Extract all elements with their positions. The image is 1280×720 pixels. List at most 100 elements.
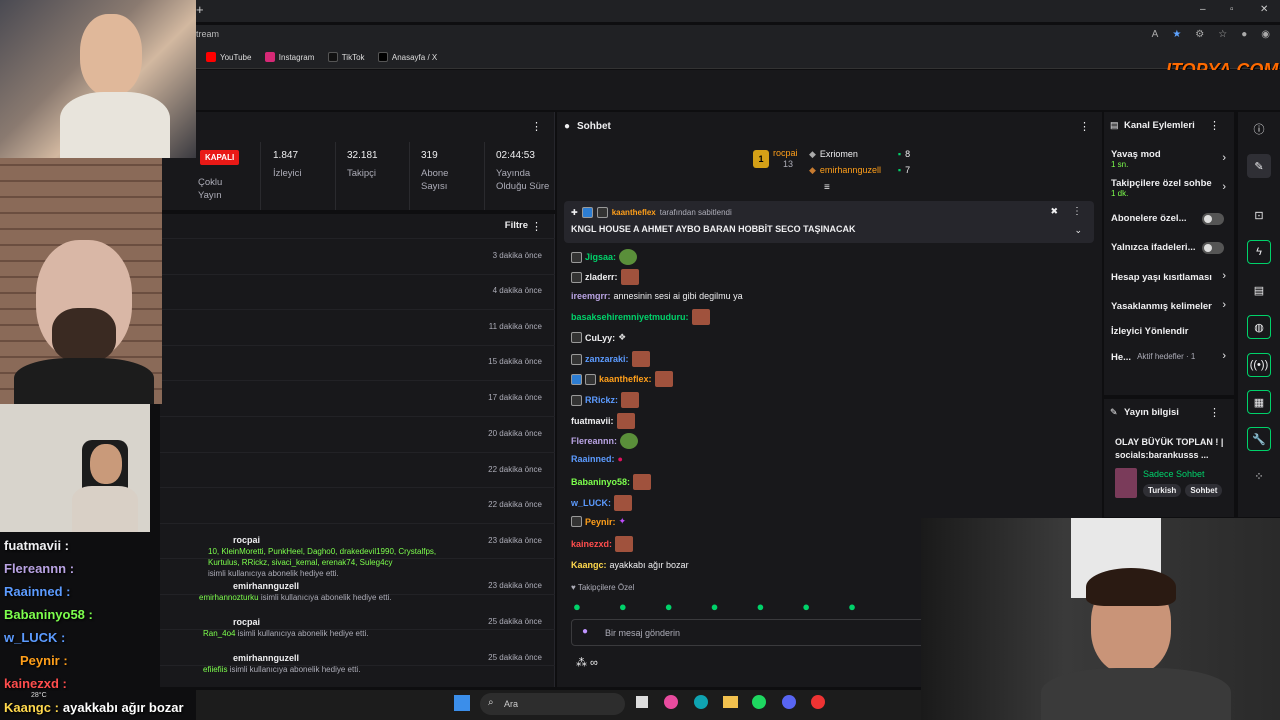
app-icon[interactable] (811, 695, 825, 709)
minimize-button[interactable]: – (1200, 4, 1206, 15)
chat-username[interactable]: fuatmavii: (571, 416, 614, 426)
chat-message[interactable]: kaantheflex: (571, 371, 673, 387)
action-slow-mode[interactable]: Yavaş mod 1 sn. (1111, 149, 1161, 169)
emote-icon[interactable]: ● (848, 599, 856, 614)
chat-username[interactable]: zanzaraki: (585, 354, 629, 364)
chat-message[interactable]: fuatmavii: (571, 413, 635, 429)
action-account-age[interactable]: Hesap yaşı kısıtlaması (1111, 272, 1212, 283)
chat-username[interactable]: Flereannn: (571, 436, 617, 446)
chat-icon[interactable]: ◍ (1247, 315, 1271, 339)
chat-message[interactable]: ireemgrr: annesinin sesi ai gibi degilmu … (571, 291, 743, 301)
chat-username[interactable]: basaksehiremniyetmuduru: (571, 312, 689, 322)
close-window-button[interactable]: ✕ (1260, 4, 1268, 15)
chat-username[interactable]: kaantheflex: (599, 374, 652, 384)
new-tab-button[interactable]: + (196, 2, 204, 17)
chevron-right-icon[interactable]: › (1222, 299, 1226, 311)
emote-icon[interactable]: ● (756, 599, 764, 614)
file-explorer-icon[interactable] (723, 696, 738, 708)
action-raid[interactable]: İzleyici Yönlendir (1111, 326, 1188, 337)
chevron-right-icon[interactable]: › (1222, 181, 1226, 193)
action-banned-words[interactable]: Yasaklanmış kelimeler (1111, 301, 1212, 312)
stream-info-menu-icon[interactable]: ⋮ (1209, 406, 1220, 419)
chat-username[interactable]: RRickz: (585, 395, 618, 405)
maximize-button[interactable]: ▫ (1230, 4, 1234, 15)
chat-username[interactable]: zladerr: (585, 272, 618, 282)
tag[interactable]: Sohbet (1185, 484, 1223, 497)
subscribers-only-toggle[interactable] (1202, 213, 1224, 225)
leaderboard-entry[interactable]: ◆ Exriomen ▪ 8 (809, 146, 910, 162)
document-icon[interactable]: ▤ (1247, 278, 1271, 302)
edge-icon[interactable] (694, 695, 708, 709)
chat-username[interactable]: ireemgrr: (571, 291, 611, 301)
pinned-message[interactable]: ✚ kaantheflex tarafından sabitlendi KNGL H… (564, 201, 1094, 243)
chevron-down-icon[interactable]: ⌄ (1074, 225, 1082, 236)
tag[interactable]: Turkish (1143, 484, 1182, 497)
chat-username[interactable]: Jigsaa: (585, 252, 616, 262)
chat-username[interactable]: Peynir: (585, 517, 616, 527)
chat-message[interactable]: RRickz: (571, 392, 640, 408)
read-aloud-icon[interactable]: A (1152, 29, 1159, 40)
chat-message[interactable]: Kaangc: ayakkabı ağır bozar (571, 560, 689, 570)
emote-icon[interactable]: ● (802, 599, 810, 614)
discord-icon[interactable] (782, 695, 796, 709)
chat-message[interactable]: Peynir: ✦ (571, 516, 626, 527)
emote-only-toggle[interactable] (1202, 242, 1224, 254)
chat-username[interactable]: w_LUCK: (571, 498, 611, 508)
chat-message[interactable]: Raainned: ● (571, 454, 623, 464)
extension-icon[interactable]: ⚙ (1195, 29, 1204, 40)
mic-icon[interactable]: ● (582, 626, 588, 637)
spotify-icon[interactable] (752, 695, 766, 709)
chat-message[interactable]: zladerr: (571, 269, 639, 285)
action-subscribers-only[interactable]: Abonelere özel... (1111, 213, 1187, 224)
channel-points-icon[interactable]: ⁂ ∞ (576, 656, 598, 669)
bookmark-tiktok[interactable]: TikTok (327, 52, 365, 62)
emote-icon[interactable]: ● (711, 599, 719, 614)
weather-widget[interactable]: 28°C (31, 692, 47, 699)
profile-avatar-icon[interactable]: ● (1241, 29, 1247, 40)
filter-button[interactable]: Filtre (505, 220, 528, 231)
bookmark-x[interactable]: Anasayfa / X (377, 52, 437, 62)
info-icon[interactable]: ⓘ (1247, 117, 1271, 141)
chevron-right-icon[interactable]: › (1222, 152, 1226, 164)
chat-input[interactable]: ● Bir mesaj gönderin (571, 619, 931, 646)
collections-icon[interactable]: ☆ (1218, 29, 1227, 40)
windows-start-icon[interactable] (454, 695, 470, 711)
chat-message[interactable]: CuLyy: ❖ (571, 332, 626, 343)
chat-message[interactable]: kainezxd: (571, 536, 634, 552)
leaderboard-first[interactable]: 1 rocpai 13 (753, 148, 798, 170)
clip-icon[interactable]: ⊡ (1247, 203, 1271, 227)
chat-message[interactable]: Babaninyo58: (571, 474, 652, 490)
activity-menu-icon[interactable]: ⋮ (531, 220, 542, 233)
edit-icon[interactable]: ✎ (1247, 154, 1271, 178)
bookmark-youtube[interactable]: YouTube (206, 52, 251, 62)
emote-icon[interactable]: ● (619, 599, 627, 614)
stack-icon[interactable]: ▦ (1247, 390, 1271, 414)
chat-message[interactable]: zanzaraki: (571, 351, 650, 367)
wrench-icon[interactable]: 🔧 (1247, 427, 1271, 451)
leaderboard-entry[interactable]: ◆ emirhannguzell ▪ 7 (809, 162, 910, 178)
task-view-icon[interactable] (636, 696, 648, 708)
action-goals[interactable]: He... Aktif hedefler · 1 (1111, 352, 1195, 363)
chat-username[interactable]: CuLyy: (585, 333, 615, 343)
favorite-star-icon[interactable]: ★ (1172, 29, 1181, 40)
chevron-right-icon[interactable]: › (1222, 270, 1226, 282)
lightning-icon[interactable]: ϟ (1247, 240, 1271, 264)
chat-username[interactable]: Kaangc: (571, 560, 607, 570)
emote-icon[interactable]: ● (665, 599, 673, 614)
chat-menu-icon[interactable]: ⋮ (1079, 120, 1090, 133)
expand-leaderboard-icon[interactable]: ≡ (824, 182, 830, 193)
bookmark-instagram[interactable]: Instagram (264, 52, 314, 62)
chevron-right-icon[interactable]: › (1222, 350, 1226, 362)
broadcast-icon[interactable]: ((•)) (1247, 353, 1271, 377)
emote-icon[interactable]: ● (573, 599, 581, 614)
panel-menu-icon[interactable]: ⋮ (531, 120, 542, 133)
copilot-icon[interactable] (664, 695, 678, 709)
stream-title[interactable]: OLAY BÜYÜK TOPLAN ! | socials:barankusss… (1115, 436, 1227, 462)
address-bar[interactable]: tream A ★ ⚙ ☆ ● ◉ (196, 25, 1280, 47)
chat-message[interactable]: basaksehiremniyetmuduru: (571, 309, 710, 325)
chat-message[interactable]: w_LUCK: (571, 495, 632, 511)
chat-message[interactable]: Flereannn: (571, 433, 639, 449)
category-link[interactable]: Sadece Sohbet (1143, 469, 1205, 479)
chat-message[interactable]: Jigsaa: (571, 249, 638, 265)
chat-username[interactable]: kainezxd: (571, 539, 612, 549)
